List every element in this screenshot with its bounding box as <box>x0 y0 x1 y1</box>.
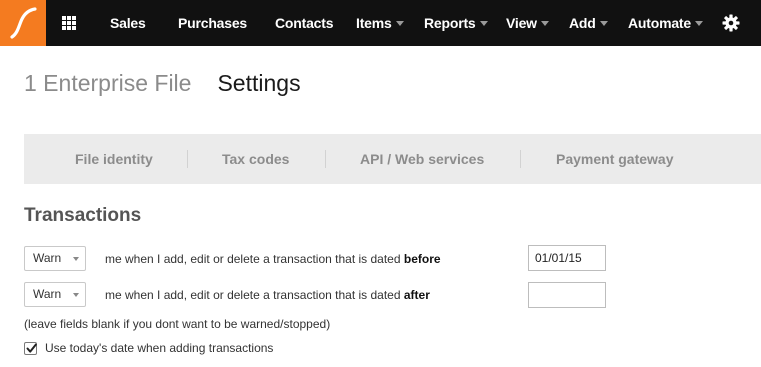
tab-label: Tax codes <box>222 151 290 167</box>
tab-label: Payment gateway <box>556 151 674 167</box>
top-nav-bar: Sales Purchases Contacts Items Reports V… <box>0 0 761 46</box>
nav-purchases[interactable]: Purchases <box>178 0 247 46</box>
after-date-input[interactable] <box>528 282 606 308</box>
date-value: 01/01/15 <box>535 251 582 265</box>
nav-contacts-label: Contacts <box>275 15 334 31</box>
tab-file-identity[interactable]: File identity <box>75 134 153 184</box>
tab-label: File identity <box>75 151 153 167</box>
tab-api-web-services[interactable]: API / Web services <box>360 134 484 184</box>
chevron-down-icon <box>73 257 79 261</box>
nav-sales-label: Sales <box>110 15 146 31</box>
nav-reports-label: Reports <box>424 15 476 31</box>
nav-view-label: View <box>506 15 537 31</box>
chevron-down-icon <box>599 20 608 26</box>
warn-after-select[interactable]: Warn <box>24 282 86 307</box>
settings-tabs: File identity Tax codes API / Web servic… <box>24 134 761 184</box>
nav-purchases-label: Purchases <box>178 15 248 31</box>
tab-label: API / Web services <box>360 151 485 167</box>
nav-automate[interactable]: Automate <box>628 0 703 46</box>
grid-icon[interactable] <box>62 16 76 30</box>
before-date-input[interactable]: 01/01/15 <box>528 245 606 271</box>
gear-icon[interactable] <box>722 14 740 37</box>
nav-automate-label: Automate <box>628 15 691 31</box>
tab-payment-gateway[interactable]: Payment gateway <box>556 134 674 184</box>
warn-before-select[interactable]: Warn <box>24 246 86 271</box>
tab-divider <box>325 150 326 168</box>
page-title: Settings <box>217 70 301 96</box>
tab-divider <box>520 150 521 168</box>
nav-items[interactable]: Items <box>356 0 404 46</box>
hint-text: (leave fields blank if you dont want to … <box>24 317 331 331</box>
tab-tax-codes[interactable]: Tax codes <box>222 134 289 184</box>
tab-divider <box>187 150 188 168</box>
select-value: Warn <box>33 287 62 301</box>
nav-items-label: Items <box>356 15 392 31</box>
rule-before-text: me when I add, edit or delete a transact… <box>105 252 441 266</box>
rule-after-text: me when I add, edit or delete a transact… <box>105 288 430 302</box>
rule-text: me when I add, edit or delete a transact… <box>105 288 404 302</box>
chevron-down-icon <box>540 20 549 26</box>
chevron-down-icon <box>73 293 79 297</box>
chevron-down-icon <box>694 20 703 26</box>
section-title-transactions: Transactions <box>24 205 142 226</box>
nav-reports[interactable]: Reports <box>424 0 488 46</box>
rule-text: me when I add, edit or delete a transact… <box>105 252 404 266</box>
nav-view[interactable]: View <box>506 0 549 46</box>
chevron-down-icon <box>479 20 488 26</box>
page-header: 1 Enterprise File Settings <box>24 70 301 97</box>
todays-date-checkbox[interactable] <box>24 342 37 355</box>
rule-keyword: before <box>403 252 441 266</box>
myob-logo-icon[interactable] <box>0 0 46 46</box>
nav-add[interactable]: Add <box>569 0 608 46</box>
chevron-down-icon <box>395 20 404 26</box>
checkbox-label: Use today's date when adding transaction… <box>45 341 274 355</box>
checkmark-icon <box>26 343 37 353</box>
nav-sales[interactable]: Sales <box>110 0 146 46</box>
nav-add-label: Add <box>569 15 596 31</box>
rule-keyword: after <box>403 288 430 302</box>
nav-contacts[interactable]: Contacts <box>275 0 333 46</box>
file-name: 1 Enterprise File <box>24 70 192 96</box>
select-value: Warn <box>33 251 62 265</box>
